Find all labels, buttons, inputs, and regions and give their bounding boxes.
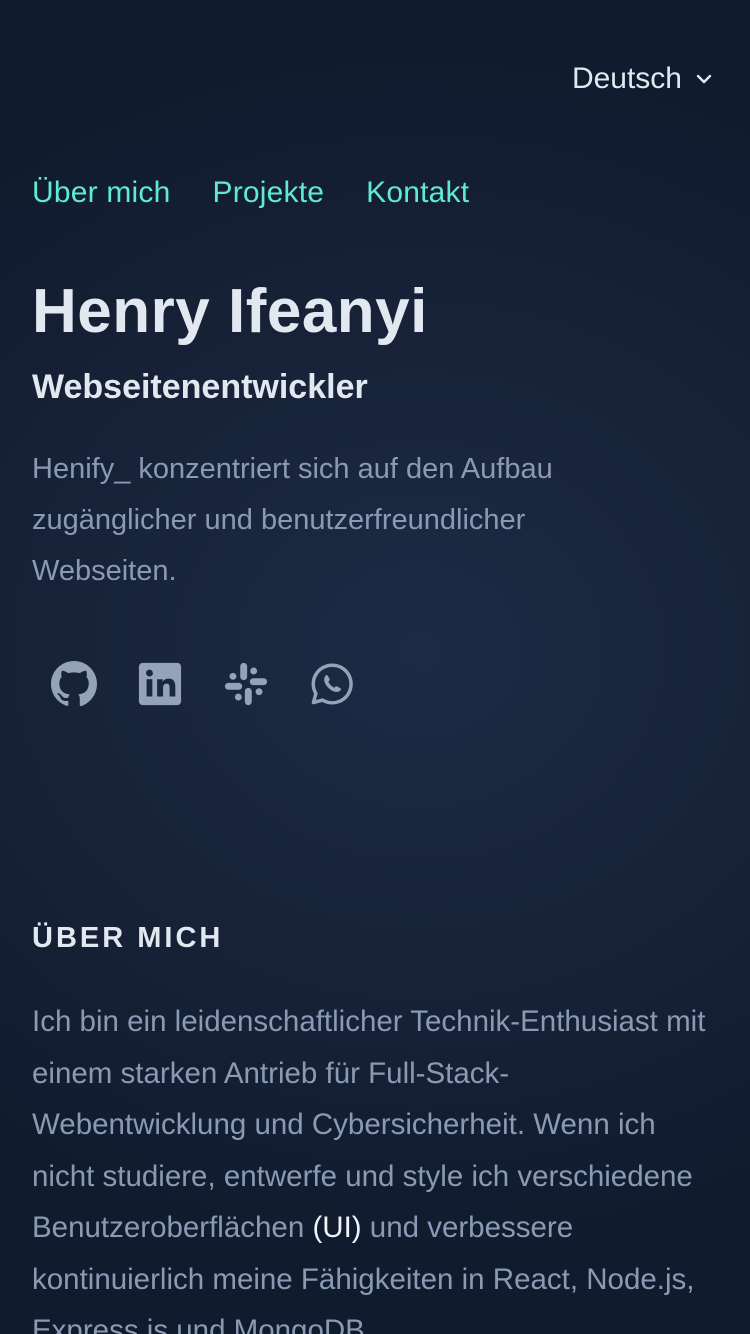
linkedin-icon[interactable] <box>136 660 184 708</box>
github-icon[interactable] <box>50 660 98 708</box>
nav-link-contact[interactable]: Kontakt <box>366 176 469 210</box>
nav-link-about[interactable]: Über mich <box>32 176 171 210</box>
hero-name: Henry Ifeanyi <box>32 277 428 346</box>
main-nav: Über mich Projekte Kontakt <box>32 176 469 210</box>
social-links <box>50 660 394 708</box>
chevron-down-icon <box>694 69 714 89</box>
hero-role: Webseitenentwickler <box>32 368 368 406</box>
language-select-value: Deutsch <box>571 62 682 95</box>
hero-description: Henify_ konzentriert sich auf den Aufbau… <box>32 453 553 587</box>
about-text-highlight: (UI) <box>312 1211 362 1244</box>
slack-icon[interactable] <box>222 660 270 708</box>
about-section-title: ÜBER MICH <box>32 922 224 954</box>
nav-link-projects[interactable]: Projekte <box>213 176 325 210</box>
about-text: Ich bin ein leidenschaftlicher Technik-E… <box>32 996 722 1334</box>
whatsapp-icon[interactable] <box>308 660 356 708</box>
language-select[interactable]: Deutsch <box>572 62 714 96</box>
about-text-part-1: Ich bin ein leidenschaftlicher Technik-E… <box>32 1005 706 1244</box>
